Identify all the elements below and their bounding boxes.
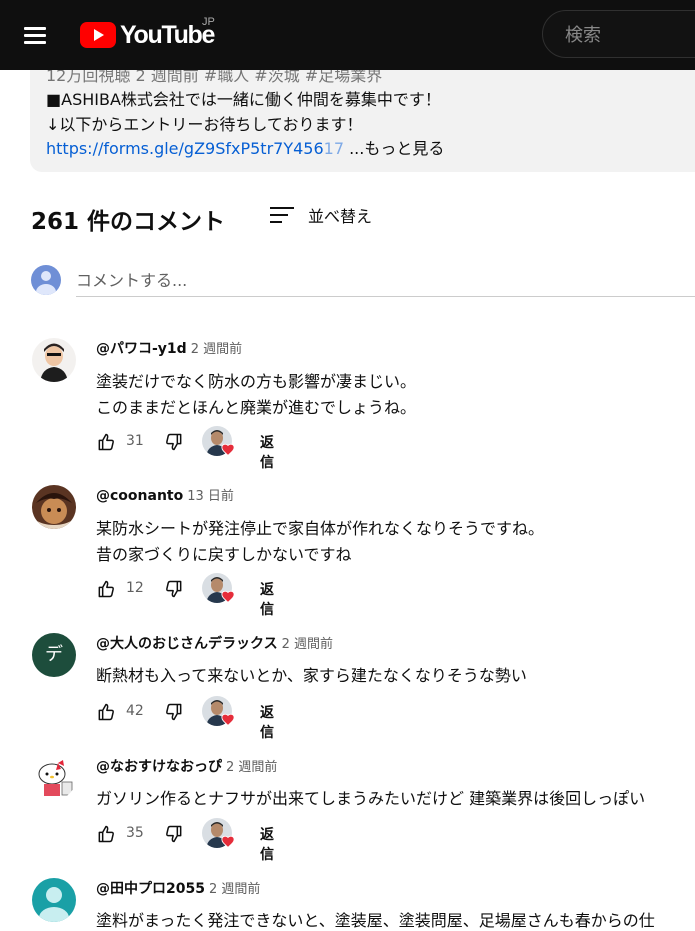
comment-author[interactable]: @パワコ-y1d — [96, 341, 187, 357]
comment-time[interactable]: 2 週間前 — [282, 637, 333, 652]
play-logo-icon — [80, 22, 116, 48]
comment-author[interactable]: @大人のおじさんデラックス — [96, 636, 278, 652]
reply-button[interactable]: 返信 — [260, 579, 274, 619]
thumbs-down-icon[interactable] — [164, 824, 184, 844]
comment-author[interactable]: @coonanto — [96, 488, 183, 504]
comment-author[interactable]: @なおすけなおっぴ — [96, 759, 222, 775]
reply-button[interactable]: 返信 — [260, 702, 274, 742]
comment-time[interactable]: 2 週間前 — [226, 760, 277, 775]
thumbs-up-icon[interactable] — [96, 702, 116, 722]
comment-text-line: 塗料がまったく発注できないと、塗装屋、塗装問屋、足場屋さんも春からの仕 — [96, 911, 655, 930]
description-line-3: https://forms.gle/gZ9SfxP5tr7Y45617 ...も… — [46, 135, 444, 159]
avatar-letter: デ — [45, 644, 63, 665]
logo-text: YouTube — [120, 20, 215, 49]
heart-icon — [221, 590, 235, 603]
comment-text-line: 断熱材も入って来ないとか、家すら建たなくなりそうな勢い — [96, 666, 527, 685]
comment-text-line: ガソリン作るとナフサが出来てしまうみたいだけど 建築業界は後回しっぽい — [96, 789, 646, 808]
creator-heart-badge[interactable] — [202, 573, 235, 603]
search-input[interactable] — [563, 22, 695, 48]
add-comment-input[interactable] — [76, 264, 695, 297]
thumbs-down-icon[interactable] — [164, 702, 184, 722]
youtube-logo[interactable]: YouTube JP — [80, 16, 215, 50]
like-count: 42 — [126, 703, 144, 719]
search-box[interactable] — [542, 10, 695, 58]
comment-time[interactable]: 2 週間前 — [209, 882, 260, 897]
heart-icon — [221, 713, 235, 726]
link-text-faded: 17 — [323, 139, 344, 158]
avatar[interactable] — [32, 338, 76, 382]
comment-text-line: 昔の家づくりに戻すしかないですね — [96, 545, 352, 564]
comment-text-line: 塗装だけでなく防水の方も影響が凄まじい。 — [96, 372, 417, 391]
reply-button[interactable]: 返信 — [260, 824, 274, 864]
comment-time[interactable]: 13 日前 — [187, 489, 234, 504]
creator-heart-badge[interactable] — [202, 426, 235, 456]
creator-heart-badge[interactable] — [202, 696, 235, 726]
like-count: 31 — [126, 433, 144, 449]
thumbs-down-icon[interactable] — [164, 579, 184, 599]
sort-button[interactable]: 並べ替え — [270, 203, 372, 227]
top-bar: YouTube JP — [0, 0, 695, 70]
reply-button[interactable]: 返信 — [260, 432, 274, 472]
comment-time[interactable]: 2 週間前 — [191, 342, 242, 357]
comment-author[interactable]: @田中プロ2055 — [96, 881, 205, 897]
link-text: https://forms.gle/gZ9SfxP5tr7Y456 — [46, 139, 324, 158]
heart-icon — [221, 835, 235, 848]
region-code: JP — [202, 16, 215, 28]
comment-text-line: 某防水シートが発注停止で家自体が作れなくなりそうですね。 — [96, 519, 545, 538]
avatar[interactable] — [32, 756, 76, 800]
avatar[interactable] — [32, 878, 76, 922]
description-line-2: ↓以下からエントリーお待ちしております！ — [46, 115, 363, 134]
like-count: 35 — [126, 825, 144, 841]
current-user-avatar — [31, 265, 61, 295]
heart-icon — [221, 443, 235, 456]
comment-header: @coonanto 13 日前 — [96, 485, 234, 504]
comment-text-line: このままだとほんと廃業が進むでしょうね。 — [96, 398, 417, 417]
thumbs-up-icon[interactable] — [96, 432, 116, 452]
thumbs-up-icon[interactable] — [96, 579, 116, 599]
comment-header: @なおすけなおっぴ 2 週間前 — [96, 756, 277, 776]
comment-header: @田中プロ2055 2 週間前 — [96, 878, 260, 898]
entry-form-link[interactable]: https://forms.gle/gZ9SfxP5tr7Y45617 — [46, 139, 344, 158]
comment-header: @パワコ-y1d 2 週間前 — [96, 338, 242, 358]
thumbs-up-icon[interactable] — [96, 824, 116, 844]
sort-label: 並べ替え — [308, 207, 373, 226]
like-count: 12 — [126, 580, 144, 596]
comment-header: @大人のおじさんデラックス 2 週間前 — [96, 633, 333, 653]
avatar[interactable] — [32, 485, 76, 529]
description-line-1: ■ASHIBA株式会社では一緒に働く仲間を募集中です！ — [46, 90, 441, 109]
avatar[interactable]: デ — [32, 633, 76, 677]
thumbs-down-icon[interactable] — [164, 432, 184, 452]
sort-icon — [270, 205, 294, 225]
creator-heart-badge[interactable] — [202, 818, 235, 848]
comment-count-heading: 261 件のコメント — [31, 209, 226, 235]
show-more-button[interactable]: ...もっと見る — [349, 139, 444, 158]
hamburger-menu-icon[interactable] — [24, 27, 46, 45]
